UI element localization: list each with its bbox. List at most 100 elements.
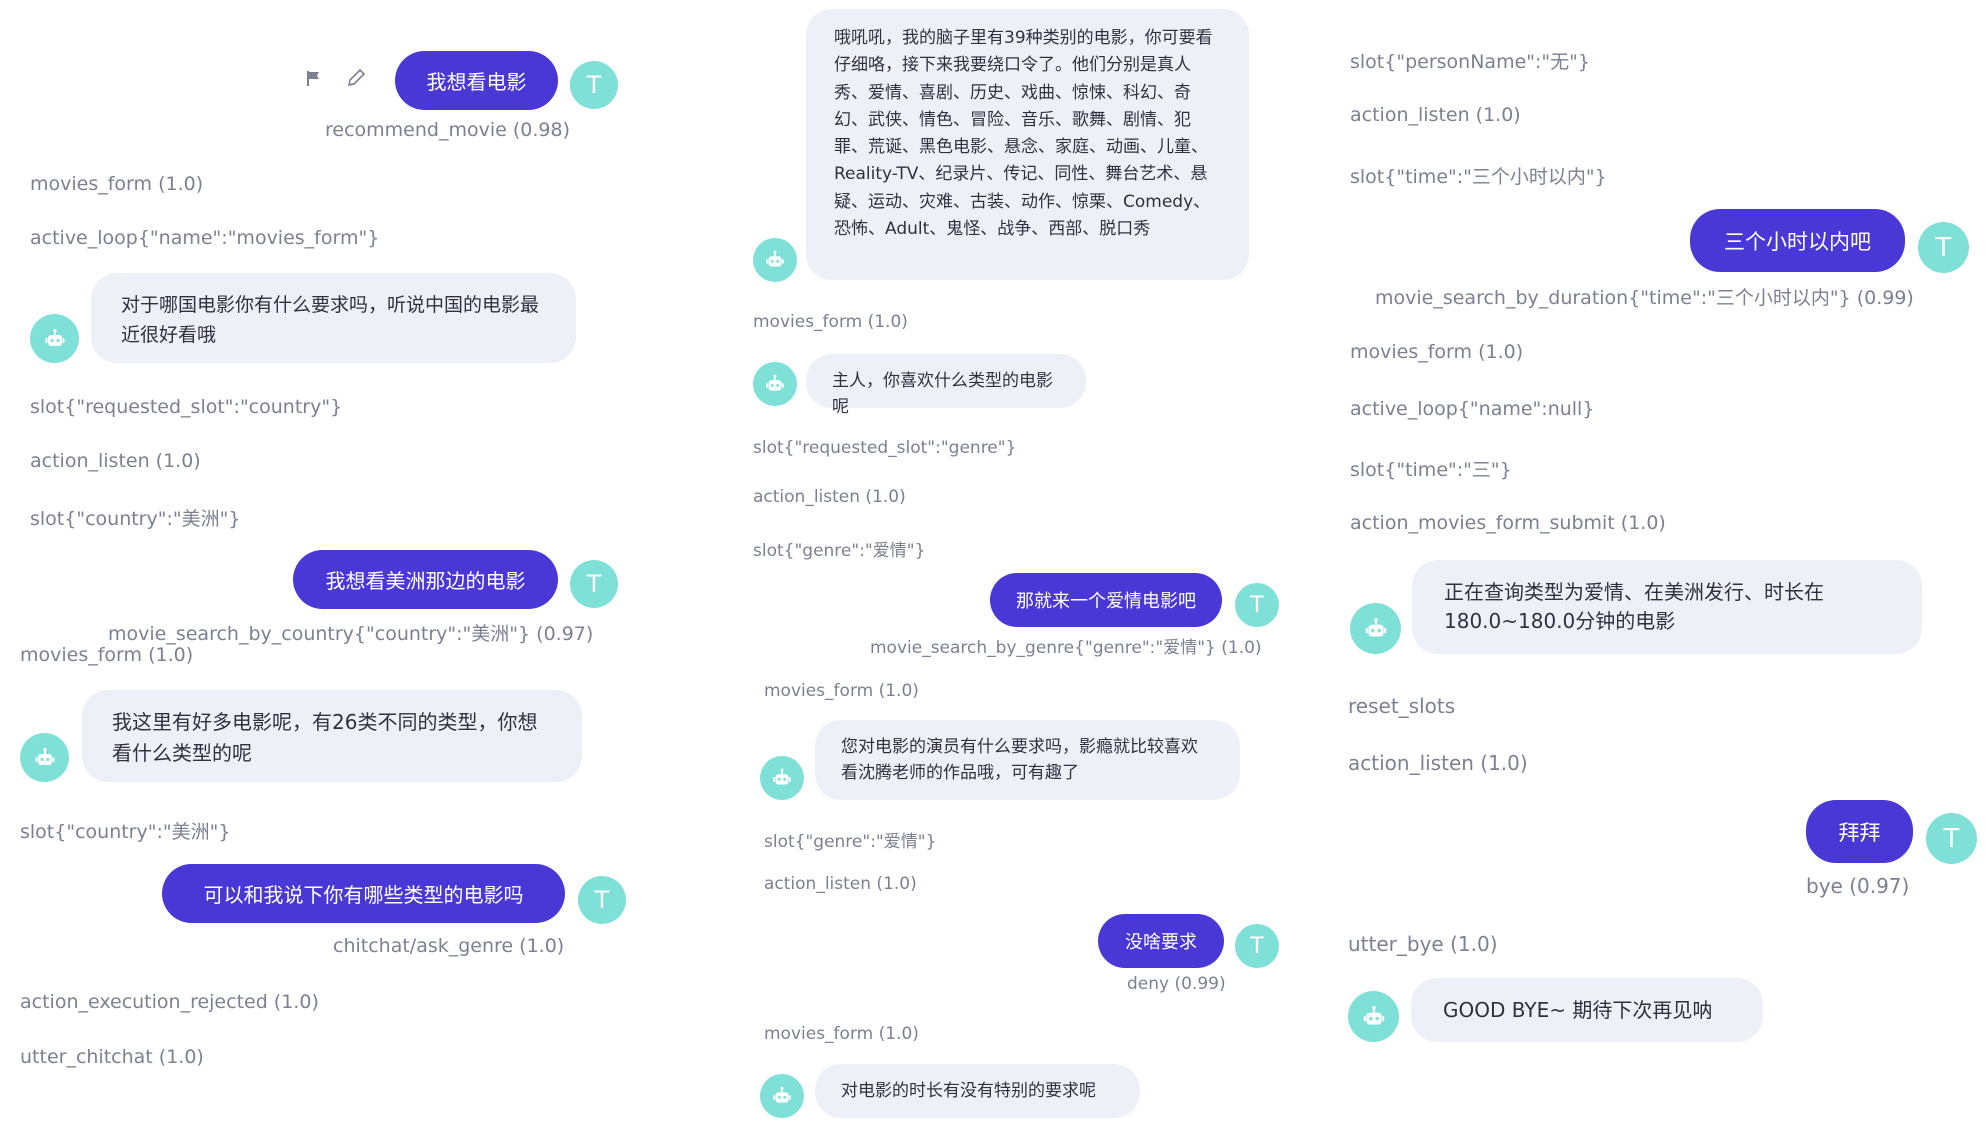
user-avatar: T xyxy=(1918,222,1969,273)
bot-message: 对于哪国电影你有什么要求吗，听说中国的电影最近很好看哦 xyxy=(91,273,576,363)
robot-icon xyxy=(773,1086,791,1103)
bot-message: 哦吼吼，我的脑子里有39种类别的电影，你可要看仔细咯，接下来我要绕口令了。他们分… xyxy=(806,9,1249,280)
event-label: active_loop{"name":null} xyxy=(1350,398,1595,420)
user-avatar: T xyxy=(578,876,626,924)
robot-icon xyxy=(773,768,791,785)
robot-icon xyxy=(45,328,64,346)
user-message-text: 拜拜 xyxy=(1838,820,1881,845)
event-label: movies_form (1.0) xyxy=(1350,341,1524,363)
intent-label: bye (0.97) xyxy=(1806,874,1910,898)
event-label: slot{"personName":"无"} xyxy=(1350,51,1590,73)
bot-avatar xyxy=(760,1074,804,1118)
event-label: movies_form (1.0) xyxy=(764,681,919,701)
bot-message-text: 正在查询类型为爱情、在美洲发行、时长在180.0~180.0分钟的电影 xyxy=(1444,580,1824,633)
user-message-text: 那就来一个爱情电影吧 xyxy=(1016,591,1196,612)
user-message-text: 我想看电影 xyxy=(426,70,527,94)
conversation-column-1: 我想看电影 T recommend_movie (0.98) movies_fo… xyxy=(0,0,640,1122)
event-label: action_movies_form_submit (1.0) xyxy=(1350,512,1666,534)
user-avatar: T xyxy=(1235,583,1279,627)
event-label: slot{"time":"三个小时以内"} xyxy=(1350,166,1607,188)
event-label: action_listen (1.0) xyxy=(1350,104,1521,126)
user-avatar-initial: T xyxy=(586,71,602,99)
event-label: slot{"time":"三"} xyxy=(1350,459,1512,481)
event-label: active_loop{"name":"movies_form"} xyxy=(30,227,380,249)
bot-message-text: 哦吼吼，我的脑子里有39种类别的电影，你可要看仔细咯，接下来我要绕口令了。他们分… xyxy=(834,28,1213,240)
user-avatar: T xyxy=(1926,813,1977,864)
bot-message-text: 您对电影的演员有什么要求吗，影瘾就比较喜欢看沈腾老师的作品哦，可有趣了 xyxy=(841,737,1198,783)
user-message-text: 没啥要求 xyxy=(1125,932,1197,953)
bot-message-text: 对电影的时长有没有特别的要求呢 xyxy=(841,1081,1096,1101)
user-message-text: 三个小时以内吧 xyxy=(1724,229,1871,254)
bot-message-text: 我这里有好多电影呢，有26类不同的类型，你想看什么类型的呢 xyxy=(112,710,538,765)
event-label: movies_form (1.0) xyxy=(30,173,204,195)
robot-icon xyxy=(1365,617,1386,637)
bot-message: 对电影的时长有没有特别的要求呢 xyxy=(815,1064,1140,1118)
bot-message-text: 主人，你喜欢什么类型的电影呢 xyxy=(832,371,1053,417)
event-label: action_listen (1.0) xyxy=(1348,751,1528,775)
event-label: action_listen (1.0) xyxy=(753,487,906,507)
event-label: movies_form (1.0) xyxy=(753,312,908,332)
bot-message-text: GOOD BYE~ 期待下次再见呐 xyxy=(1443,998,1713,1022)
bot-avatar xyxy=(1348,991,1399,1042)
bot-message: 我这里有好多电影呢，有26类不同的类型，你想看什么类型的呢 xyxy=(82,690,582,782)
event-label: utter_bye (1.0) xyxy=(1348,932,1498,956)
user-avatar: T xyxy=(570,560,618,608)
event-label: slot{"genre":"爱情"} xyxy=(764,832,937,852)
edit-pencil-icon[interactable] xyxy=(345,67,367,89)
bot-message: 主人，你喜欢什么类型的电影呢 xyxy=(806,354,1086,417)
robot-icon xyxy=(766,374,784,391)
intent-label: deny (0.99) xyxy=(1127,974,1226,994)
event-label: slot{"requested_slot":"genre"} xyxy=(753,438,1017,458)
user-message[interactable]: 三个小时以内吧 xyxy=(1690,209,1905,272)
conversation-column-2: 哦吼吼，我的脑子里有39种类别的电影，你可要看仔细咯，接下来我要绕口令了。他们分… xyxy=(720,0,1300,1122)
user-message-text: 可以和我说下你有哪些类型的电影吗 xyxy=(203,883,524,907)
event-label: slot{"country":"美洲"} xyxy=(30,508,241,530)
message-tools xyxy=(305,67,367,89)
event-label: movies_form (1.0) xyxy=(764,1024,919,1044)
conversation-column-3: slot{"personName":"无"} action_listen (1.… xyxy=(1330,0,1985,1122)
user-avatar: T xyxy=(570,61,618,109)
event-label: action_execution_rejected (1.0) xyxy=(20,991,319,1013)
event-label: action_listen (1.0) xyxy=(30,450,201,472)
bot-avatar xyxy=(753,362,797,406)
event-label: slot{"requested_slot":"country"} xyxy=(30,396,343,418)
bot-message: 正在查询类型为爱情、在美洲发行、时长在180.0~180.0分钟的电影 xyxy=(1412,560,1922,654)
intent-label: recommend_movie (0.98) xyxy=(325,119,570,141)
event-label: utter_chitchat (1.0) xyxy=(20,1046,204,1068)
user-avatar: T xyxy=(1235,924,1279,968)
bot-avatar xyxy=(30,314,79,363)
bot-avatar xyxy=(753,238,797,282)
event-label: slot{"genre":"爱情"} xyxy=(753,541,926,561)
bot-avatar xyxy=(760,756,804,800)
user-message[interactable]: 可以和我说下你有哪些类型的电影吗 xyxy=(162,864,565,923)
event-label: reset_slots xyxy=(1348,694,1456,718)
user-avatar-initial: T xyxy=(1935,232,1952,263)
user-message-text: 我想看美洲那边的电影 xyxy=(325,569,526,593)
event-label: movies_form (1.0) xyxy=(20,644,194,666)
user-avatar-initial: T xyxy=(1250,933,1264,959)
bot-message: 您对电影的演员有什么要求吗，影瘾就比较喜欢看沈腾老师的作品哦，可有趣了 xyxy=(815,720,1240,800)
user-avatar-initial: T xyxy=(594,886,610,914)
intent-label: movie_search_by_country{"country":"美洲"} … xyxy=(108,623,594,645)
user-message[interactable]: 拜拜 xyxy=(1806,800,1913,863)
event-label: slot{"country":"美洲"} xyxy=(20,821,231,843)
bot-message-text: 对于哪国电影你有什么要求吗，听说中国的电影最近很好看哦 xyxy=(121,294,540,346)
user-message[interactable]: 我想看电影 xyxy=(395,51,558,110)
robot-icon xyxy=(35,747,54,765)
bot-message: GOOD BYE~ 期待下次再见呐 xyxy=(1411,978,1763,1042)
intent-label: chitchat/ask_genre (1.0) xyxy=(333,935,565,957)
bot-avatar xyxy=(20,733,69,782)
user-avatar-initial: T xyxy=(1943,823,1960,854)
robot-icon xyxy=(1363,1005,1384,1025)
flag-icon[interactable] xyxy=(305,69,323,87)
event-label: action_listen (1.0) xyxy=(764,874,917,894)
intent-label: movie_search_by_genre{"genre":"爱情"} (1.0… xyxy=(870,638,1262,658)
user-avatar-initial: T xyxy=(586,570,602,598)
user-avatar-initial: T xyxy=(1250,592,1264,618)
user-message[interactable]: 没啥要求 xyxy=(1098,914,1224,968)
user-message[interactable]: 我想看美洲那边的电影 xyxy=(293,550,558,609)
intent-label: movie_search_by_duration{"time":"三个小时以内"… xyxy=(1375,287,1914,309)
user-message[interactable]: 那就来一个爱情电影吧 xyxy=(990,573,1222,627)
bot-avatar xyxy=(1350,603,1401,654)
robot-icon xyxy=(766,250,784,267)
